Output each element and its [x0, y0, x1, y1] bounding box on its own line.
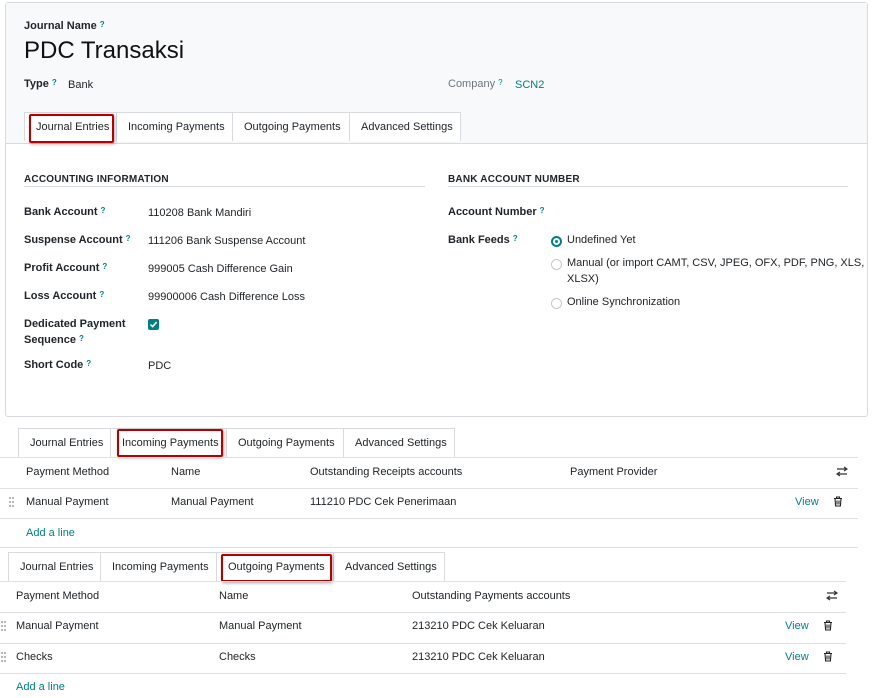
help-icon[interactable]: ? [540, 206, 545, 215]
accounting-section-title: ACCOUNTING INFORMATION [24, 174, 169, 185]
tab-incoming-payments[interactable]: Incoming Payments [100, 552, 217, 581]
drag-handle-icon[interactable] [9, 497, 15, 507]
tab-outgoing-payments[interactable]: Outgoing Payments [226, 428, 344, 457]
col-name[interactable]: Name [219, 590, 248, 602]
help-icon[interactable]: ? [102, 262, 107, 271]
row-name[interactable]: Checks [219, 651, 256, 663]
tab-advanced-settings[interactable]: Advanced Settings [349, 112, 461, 141]
table-border [0, 488, 858, 489]
journal-name-value[interactable]: PDC Transaksi [24, 37, 184, 65]
help-icon[interactable]: ? [79, 334, 84, 343]
profit-account-value[interactable]: 999005 Cash Difference Gain [148, 263, 293, 275]
bank-feed-option[interactable]: Undefined Yet [567, 234, 636, 246]
suspense-account-label: Suspense Account? [24, 234, 131, 246]
row-payment-method[interactable]: Manual Payment [16, 620, 99, 632]
incoming-panel-tabs: Journal Entries Incoming Payments Outgoi… [18, 428, 455, 457]
tab-journal-entries[interactable]: Journal Entries [18, 428, 111, 457]
col-payment-method[interactable]: Payment Method [26, 466, 109, 478]
trash-icon[interactable] [823, 651, 833, 662]
tab-advanced-settings[interactable]: Advanced Settings [343, 428, 455, 457]
table-border [0, 643, 846, 644]
radio-undefined-yet[interactable] [551, 236, 562, 247]
row-account[interactable]: 213210 PDC Cek Keluaran [412, 651, 545, 663]
col-payment-method[interactable]: Payment Method [16, 590, 99, 602]
tab-incoming-payments[interactable]: Incoming Payments [116, 112, 233, 141]
bank-feeds-label: Bank Feeds? [448, 234, 518, 246]
company-label: Company? [448, 78, 503, 90]
table-border [0, 547, 858, 548]
row-payment-method[interactable]: Checks [16, 651, 53, 663]
bank-account-label: Bank Account? [24, 206, 106, 218]
suspense-account-value[interactable]: 111206 Bank Suspense Account [148, 235, 305, 247]
add-line-link[interactable]: Add a line [26, 527, 75, 539]
drag-handle-icon[interactable] [1, 621, 7, 631]
help-icon[interactable]: ? [126, 234, 131, 243]
company-value[interactable]: SCN2 [515, 79, 544, 91]
help-icon[interactable]: ? [513, 234, 518, 243]
table-border [0, 612, 846, 613]
help-icon[interactable]: ? [99, 290, 104, 299]
profit-account-label: Profit Account? [24, 262, 108, 274]
col-name[interactable]: Name [171, 466, 200, 478]
type-value[interactable]: Bank [68, 79, 93, 91]
help-icon[interactable]: ? [52, 78, 57, 87]
journal-name-label: Journal Name? [24, 20, 105, 32]
view-button[interactable]: View [785, 620, 809, 632]
tab-outgoing-payments[interactable]: Outgoing Payments [232, 112, 350, 141]
add-line-link[interactable]: Add a line [16, 681, 65, 693]
help-icon[interactable]: ? [100, 20, 105, 29]
type-label: Type? [24, 78, 57, 90]
section-divider [24, 186, 425, 187]
loss-account-label: Loss Account? [24, 290, 105, 302]
help-icon[interactable]: ? [498, 78, 502, 87]
bank-account-value[interactable]: 110208 Bank Mandiri [148, 207, 251, 219]
radio-manual-import[interactable] [551, 259, 562, 270]
table-border [0, 457, 858, 458]
checkmark-icon [149, 321, 158, 328]
drag-handle-icon[interactable] [1, 652, 7, 662]
row-account[interactable]: 111210 PDC Cek Penerimaan [310, 496, 456, 508]
bank-feed-option[interactable]: Online Synchronization [567, 296, 680, 308]
account-number-label: Account Number? [448, 206, 545, 218]
bank-feed-option-cont[interactable]: XLSX) [567, 273, 599, 285]
dedicated-sequence-label-line1: Dedicated Payment [24, 318, 126, 330]
help-icon[interactable]: ? [86, 359, 91, 368]
table-border [0, 673, 846, 674]
loss-account-value[interactable]: 99900006 Cash Difference Loss [148, 291, 305, 303]
row-payment-method[interactable]: Manual Payment [26, 496, 109, 508]
row-name[interactable]: Manual Payment [219, 620, 302, 632]
highlight-box [221, 554, 332, 582]
tab-advanced-settings[interactable]: Advanced Settings [333, 552, 445, 581]
table-border [0, 581, 846, 582]
highlight-box [117, 429, 223, 457]
trash-icon[interactable] [833, 496, 843, 507]
help-icon[interactable]: ? [101, 206, 106, 215]
col-outstanding-payments[interactable]: Outstanding Payments accounts [412, 590, 570, 602]
short-code-label: Short Code? [24, 359, 92, 371]
dedicated-sequence-label-line2: Sequence? [24, 334, 84, 346]
radio-online-sync[interactable] [551, 298, 562, 309]
bank-section-title: BANK ACCOUNT NUMBER [448, 174, 580, 185]
dedicated-sequence-checkbox[interactable] [148, 319, 159, 330]
short-code-value[interactable]: PDC [148, 360, 171, 372]
bank-feed-option[interactable]: Manual (or import CAMT, CSV, JPEG, OFX, … [567, 257, 864, 269]
row-name[interactable]: Manual Payment [171, 496, 254, 508]
view-button[interactable]: View [785, 651, 809, 663]
highlight-box [29, 114, 114, 143]
col-payment-provider[interactable]: Payment Provider [570, 466, 657, 478]
table-border [0, 518, 858, 519]
column-settings-icon[interactable] [836, 466, 848, 477]
trash-icon[interactable] [823, 620, 833, 631]
section-divider [448, 186, 848, 187]
column-settings-icon[interactable] [826, 590, 838, 601]
view-button[interactable]: View [795, 496, 819, 508]
row-account[interactable]: 213210 PDC Cek Keluaran [412, 620, 545, 632]
col-outstanding-receipts[interactable]: Outstanding Receipts accounts [310, 466, 462, 478]
tab-journal-entries[interactable]: Journal Entries [8, 552, 101, 581]
